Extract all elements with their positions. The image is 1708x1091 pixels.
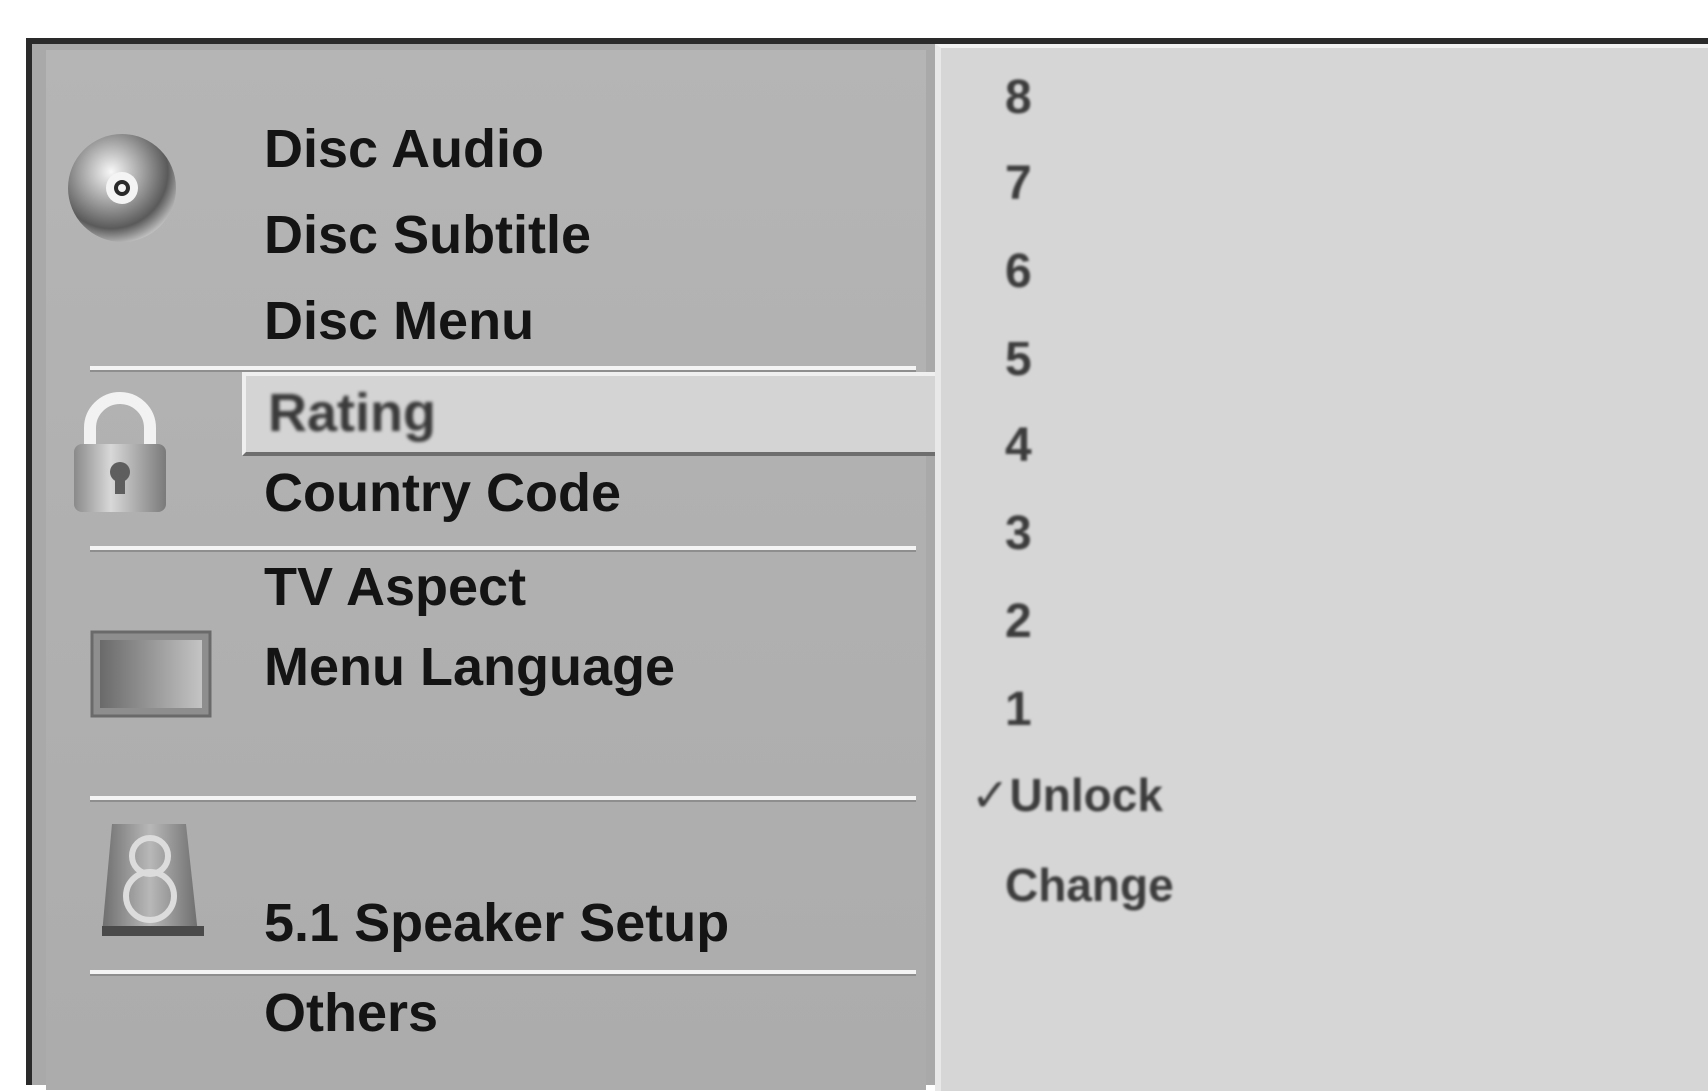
menu-item-country-code[interactable]: Country Code	[264, 466, 621, 520]
rating-level-8[interactable]: 8	[1005, 74, 1032, 122]
speaker-icon	[102, 824, 204, 936]
rating-label: Rating	[268, 383, 436, 443]
menu-item-speaker-setup[interactable]: 5.1 Speaker Setup	[264, 896, 729, 950]
menu-item-tv-aspect[interactable]: TV Aspect	[264, 560, 526, 614]
menu-item-disc-subtitle[interactable]: Disc Subtitle	[264, 208, 591, 262]
setup-menu-window: Disc Audio Disc Subtitle Disc Menu Ratin…	[26, 38, 1708, 1091]
group-divider	[90, 546, 916, 550]
rating-level-4[interactable]: 4	[1005, 422, 1032, 470]
rating-level-3[interactable]: 3	[1005, 510, 1032, 558]
rating-options-panel: 8 7 6 5 4 3 2 1 ✓Unlock Change	[935, 44, 1708, 1091]
padlock-icon	[74, 392, 166, 512]
rating-level-5[interactable]: 5	[1005, 336, 1032, 384]
rating-level-7[interactable]: 7	[1005, 160, 1032, 208]
rating-level-1[interactable]: 1	[1005, 686, 1032, 734]
menu-item-rating[interactable]: Rating	[242, 372, 958, 456]
tv-screen-icon	[90, 630, 212, 718]
group-divider	[90, 366, 916, 370]
disc-icon	[68, 134, 176, 242]
menu-item-others[interactable]: Others	[264, 986, 438, 1040]
setup-category-panel: Disc Audio Disc Subtitle Disc Menu Ratin…	[46, 50, 958, 1090]
group-divider	[90, 796, 916, 800]
rating-level-6[interactable]: 6	[1005, 248, 1032, 296]
rating-level-2[interactable]: 2	[1005, 598, 1032, 646]
menu-item-disc-menu[interactable]: Disc Menu	[264, 294, 534, 348]
group-divider	[90, 970, 916, 974]
change-option[interactable]: Change	[1005, 862, 1174, 908]
unlock-option[interactable]: ✓Unlock	[971, 772, 1163, 818]
menu-item-disc-audio[interactable]: Disc Audio	[264, 122, 544, 176]
menu-item-menu-language[interactable]: Menu Language	[264, 640, 675, 694]
